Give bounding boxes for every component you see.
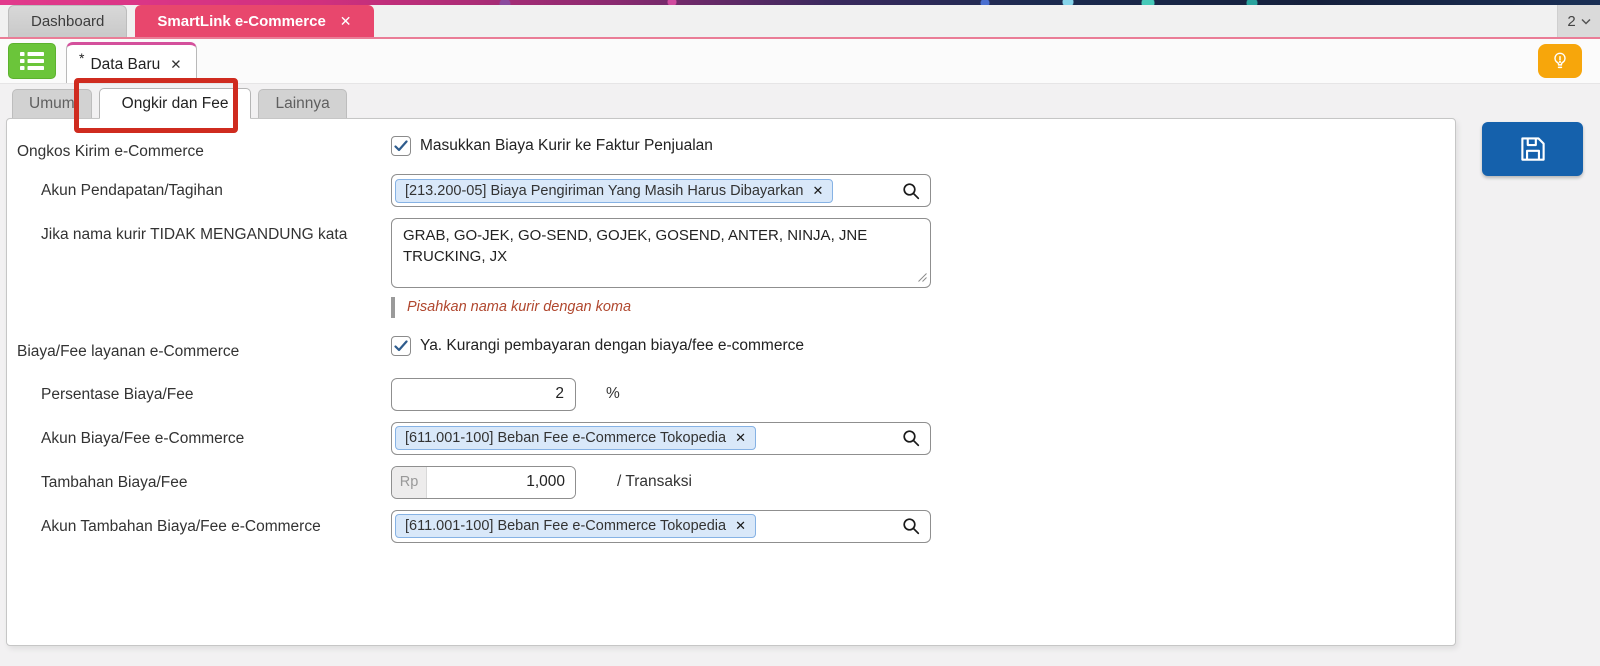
hint-button[interactable] xyxy=(1538,44,1582,78)
form-row-hint: Pisahkan nama kurir dengan koma xyxy=(7,295,1455,318)
tab-ongkir-label: Ongkir dan Fee xyxy=(122,95,229,112)
form-row-ongkos-kirim: Ongkos Kirim e-Commerce Masukkan Biaya K… xyxy=(7,135,1455,163)
account-lookup-button[interactable] xyxy=(902,182,920,200)
search-icon xyxy=(902,182,920,200)
field-label: Akun Tambahan Biaya/Fee e-Commerce xyxy=(7,510,391,538)
akun-tambahan-field[interactable]: [611.001-100] Beban Fee e-Commerce Tokop… xyxy=(391,510,931,543)
currency-prefix: Rp xyxy=(392,467,427,498)
percent-suffix: % xyxy=(606,385,620,403)
tab-smartlink-label: SmartLink e-Commerce xyxy=(157,13,325,30)
doc-tab-label: Data Baru xyxy=(90,56,160,74)
tab-ongkir-dan-fee[interactable]: Ongkir dan Fee xyxy=(99,88,252,119)
tab-counter-value: 2 xyxy=(1567,13,1575,30)
akun-biaya-field[interactable]: [611.001-100] Beban Fee e-Commerce Tokop… xyxy=(391,422,931,455)
account-lookup-button[interactable] xyxy=(902,429,920,447)
checkbox-label: Ya. Kurangi pembayaran dengan biaya/fee … xyxy=(420,337,804,355)
chevron-down-icon xyxy=(1581,18,1591,25)
field-label: Akun Biaya/Fee e-Commerce xyxy=(7,422,391,450)
search-icon xyxy=(902,517,920,535)
remove-tag-icon[interactable]: ✕ xyxy=(735,430,746,446)
tab-dashboard-label: Dashboard xyxy=(31,13,104,30)
settings-panel: Ongkos Kirim e-Commerce Masukkan Biaya K… xyxy=(6,118,1456,646)
tab-lainnya-label: Lainnya xyxy=(275,95,329,112)
kurir-hint-text: Pisahkan nama kurir dengan koma xyxy=(391,297,631,318)
account-tag[interactable]: [213.200-05] Biaya Pengiriman Yang Masih… xyxy=(395,179,833,203)
form-row-kurir: Jika nama kurir TIDAK MENGANDUNG kata GR… xyxy=(7,218,1455,288)
save-floppy-icon xyxy=(1516,132,1550,166)
account-tag[interactable]: [611.001-100] Beban Fee e-Commerce Tokop… xyxy=(395,514,756,538)
lightbulb-icon xyxy=(1549,49,1571,73)
top-tab-bar: Dashboard SmartLink e-Commerce ✕ 2 xyxy=(0,5,1600,39)
checkmark-icon xyxy=(394,140,408,152)
unsaved-marker: * xyxy=(79,50,84,66)
form-row-akun-tambahan: Akun Tambahan Biaya/Fee e-Commerce [611.… xyxy=(7,510,1455,543)
tambahan-input[interactable] xyxy=(427,467,575,498)
field-label: Persentase Biaya/Fee xyxy=(7,378,391,406)
tab-umum-label: Umum xyxy=(29,95,75,112)
account-tag-label: [611.001-100] Beban Fee e-Commerce Tokop… xyxy=(405,518,726,534)
app-window: Dashboard SmartLink e-Commerce ✕ 2 * Dat… xyxy=(0,0,1600,666)
tambahan-money-field: Rp xyxy=(391,466,576,499)
akun-pendapatan-field[interactable]: [213.200-05] Biaya Pengiriman Yang Masih… xyxy=(391,174,931,207)
save-button[interactable] xyxy=(1482,122,1583,176)
account-tag-label: [213.200-05] Biaya Pengiriman Yang Masih… xyxy=(405,183,803,199)
tab-smartlink[interactable]: SmartLink e-Commerce ✕ xyxy=(135,5,373,37)
section-label: Biaya/Fee layanan e-Commerce xyxy=(7,335,391,363)
persentase-input[interactable] xyxy=(391,378,576,411)
list-icon xyxy=(20,51,44,71)
form-row-tambahan: Tambahan Biaya/Fee Rp / Transaksi xyxy=(7,466,1455,499)
field-label: Akun Pendapatan/Tagihan xyxy=(7,174,391,202)
doc-tab-data-baru[interactable]: * Data Baru ✕ xyxy=(66,42,197,83)
form-row-persentase: Persentase Biaya/Fee % xyxy=(7,378,1455,411)
checkbox-kurangi-pembayaran[interactable] xyxy=(391,336,411,356)
remove-tag-icon[interactable]: ✕ xyxy=(735,518,746,534)
list-menu-button[interactable] xyxy=(8,43,56,79)
close-icon[interactable]: ✕ xyxy=(340,13,352,30)
field-label: Jika nama kurir TIDAK MENGANDUNG kata xyxy=(7,218,391,246)
form-row-akun-biaya: Akun Biaya/Fee e-Commerce [611.001-100] … xyxy=(7,422,1455,455)
tab-dashboard[interactable]: Dashboard xyxy=(8,5,127,37)
close-icon[interactable]: ✕ xyxy=(170,57,181,73)
section-label: Ongkos Kirim e-Commerce xyxy=(7,135,391,163)
account-tag[interactable]: [611.001-100] Beban Fee e-Commerce Tokop… xyxy=(395,426,756,450)
tab-counter-dropdown[interactable]: 2 xyxy=(1557,5,1600,37)
form-row-biaya-fee: Biaya/Fee layanan e-Commerce Ya. Kurangi… xyxy=(7,335,1455,363)
document-toolbar: * Data Baru ✕ xyxy=(0,39,1600,84)
search-icon xyxy=(902,429,920,447)
account-tag-label: [611.001-100] Beban Fee e-Commerce Tokop… xyxy=(405,430,726,446)
per-transaksi-suffix: / Transaksi xyxy=(617,473,692,491)
account-lookup-button[interactable] xyxy=(902,517,920,535)
field-label: Tambahan Biaya/Fee xyxy=(7,466,391,494)
settings-tab-strip: Umum Ongkir dan Fee Lainnya xyxy=(12,88,354,118)
form-row-akun-pendapatan: Akun Pendapatan/Tagihan [213.200-05] Bia… xyxy=(7,174,1455,207)
checkbox-masukkan-biaya-kurir[interactable] xyxy=(391,136,411,156)
remove-tag-icon[interactable]: ✕ xyxy=(812,183,823,199)
checkbox-label: Masukkan Biaya Kurir ke Faktur Penjualan xyxy=(420,137,713,155)
page-area: Umum Ongkir dan Fee Lainnya Ongkos Kirim… xyxy=(0,84,1600,666)
resize-grip-icon[interactable] xyxy=(918,273,927,282)
checkmark-icon xyxy=(394,340,408,352)
tab-umum[interactable]: Umum xyxy=(12,89,92,118)
tab-lainnya[interactable]: Lainnya xyxy=(258,89,346,118)
kurir-textarea[interactable]: GRAB, GO-JEK, GO-SEND, GOJEK, GOSEND, AN… xyxy=(391,218,931,288)
